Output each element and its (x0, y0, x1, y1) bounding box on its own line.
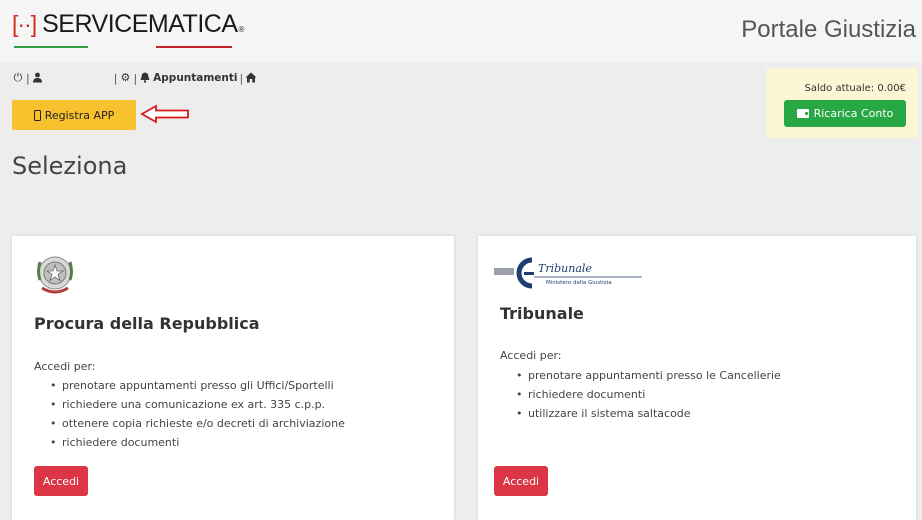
card-title: Procura della Repubblica (34, 314, 260, 333)
logo-underline-green (14, 46, 88, 48)
portal-title: Portale Giustizia (741, 16, 916, 43)
mobile-phone-icon (33, 109, 41, 121)
servicematica-logo[interactable]: [··] SERVICEMATICA ® (12, 10, 244, 39)
registra-app-button[interactable]: Registra APP (12, 100, 136, 130)
list-item: prenotare appuntamenti presso le Cancell… (516, 366, 781, 385)
list-item: utilizzare il sistema saltacode (516, 404, 781, 423)
page-heading: Seleziona (12, 152, 128, 180)
card-feature-list: prenotare appuntamenti presso le Cancell… (516, 366, 781, 423)
tribunale-logo-text: Tribunale (538, 262, 592, 275)
card-intro: Accedi per: (34, 360, 96, 373)
toolbar: ⏻ | | ⚙ | Appuntamenti | (12, 71, 257, 85)
cogs-icon[interactable]: ⚙ (119, 72, 131, 84)
arrow-left-icon (140, 104, 189, 124)
list-item: richiedere documenti (516, 385, 781, 404)
bell-icon (139, 72, 151, 84)
saldo-label: Saldo attuale: 0.00€ (804, 83, 906, 94)
italian-emblem-icon (37, 256, 73, 294)
card-feature-list: prenotare appuntamenti presso gli Uffici… (50, 376, 345, 452)
logo-text: SERVICEMATICA (42, 10, 238, 38)
card-procura: Procura della Repubblica Accedi per: pre… (12, 236, 454, 520)
accedi-procura-button[interactable]: Accedi (34, 466, 88, 496)
card-tribunale: Tribunale Ministero della Giustizia Trib… (478, 236, 916, 520)
toolbar-separator: | (26, 71, 30, 85)
logo-underline-red (156, 46, 232, 48)
registra-app-label: Registra APP (44, 108, 115, 122)
ricarica-conto-label: Ricarica Conto (813, 107, 894, 120)
logo-registered-mark: ® (238, 25, 245, 34)
accedi-tribunale-button[interactable]: Accedi (494, 466, 548, 496)
header: [··] SERVICEMATICA ® Portale Giustizia (0, 0, 922, 62)
toolbar-separator: | (113, 71, 118, 85)
toolbar-separator: | (239, 71, 244, 85)
tribunale-logo: Tribunale Ministero della Giustizia (494, 257, 642, 289)
wallet-icon (796, 109, 809, 118)
user-icon[interactable] (32, 72, 44, 84)
card-title: Tribunale (500, 304, 584, 323)
toolbar-separator: | (133, 71, 138, 85)
saldo-panel: Saldo attuale: 0.00€ Ricarica Conto (766, 68, 918, 138)
card-intro: Accedi per: (500, 349, 562, 362)
appuntamenti-link[interactable]: Appuntamenti (153, 72, 237, 84)
logo-mark: [··] (12, 11, 37, 37)
power-icon[interactable]: ⏻ (12, 72, 24, 84)
list-item: ottenere copia richieste e/o decreti di … (50, 414, 345, 433)
tribunale-logo-subtext: Ministero della Giustizia (546, 280, 612, 286)
list-item: richiedere una comunicazione ex art. 335… (50, 395, 345, 414)
list-item: prenotare appuntamenti presso gli Uffici… (50, 376, 345, 395)
list-item: richiedere documenti (50, 433, 345, 452)
ricarica-conto-button[interactable]: Ricarica Conto (784, 100, 906, 127)
home-icon[interactable] (245, 72, 257, 84)
